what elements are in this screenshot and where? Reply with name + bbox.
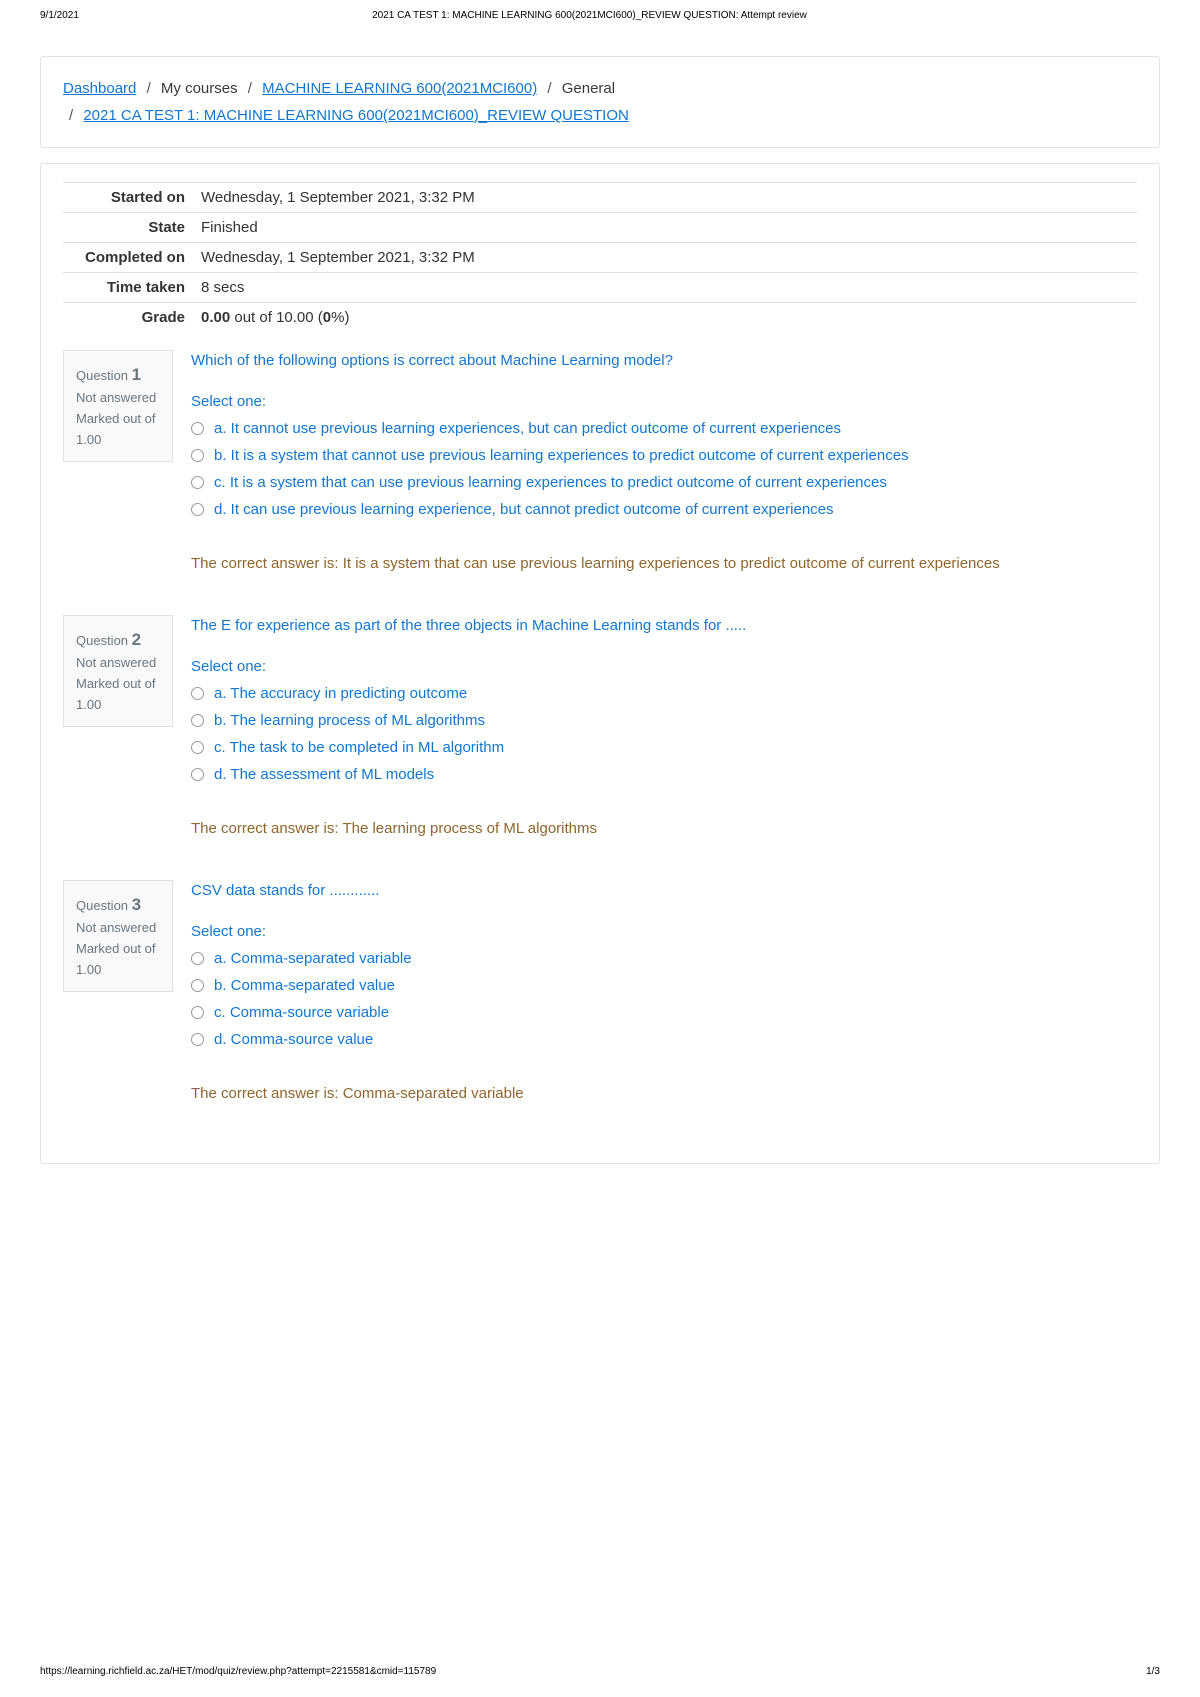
print-url: https://learning.richfield.ac.za/HET/mod… [40,1666,436,1677]
question-mark: Marked out of 1.00 [76,939,160,981]
question-content: Which of the following options is correc… [191,350,1137,575]
option-label: d. The assessment of ML models [214,766,434,783]
option-label: a. It cannot use previous learning exper… [214,420,841,437]
print-footer: https://learning.richfield.ac.za/HET/mod… [0,1656,1200,1687]
radio-icon[interactable] [191,741,204,754]
option-item[interactable]: a. Comma-separated variable [191,950,1137,967]
option-label: d. Comma-source value [214,1031,373,1048]
question-info: Question 2Not answeredMarked out of 1.00 [63,615,173,727]
option-item[interactable]: b. Comma-separated value [191,977,1137,994]
breadcrumb-mycourses: My courses [161,80,238,97]
option-list: a. The accuracy in predicting outcome b. … [191,685,1137,783]
question-info: Question 3Not answeredMarked out of 1.00 [63,880,173,992]
breadcrumb-dashboard[interactable]: Dashboard [63,80,136,97]
breadcrumb-card: Dashboard / My courses / MACHINE LEARNIN… [40,56,1160,148]
question-info: Question 1Not answeredMarked out of 1.00 [63,350,173,462]
question-status: Not answered [76,388,160,409]
question-number: Question 3 [76,891,160,918]
question-text: Which of the following options is correc… [191,350,1137,373]
option-label: d. It can use previous learning experien… [214,501,834,518]
breadcrumb-section: General [562,80,615,97]
option-label: a. Comma-separated variable [214,950,412,967]
select-one-prompt: Select one: [191,923,1137,940]
question-status: Not answered [76,918,160,939]
time-label: Time taken [63,273,193,303]
option-label: a. The accuracy in predicting outcome [214,685,467,702]
question-block: Question 3Not answeredMarked out of 1.00… [63,880,1137,1105]
radio-icon[interactable] [191,1006,204,1019]
option-label: c. Comma-source variable [214,1004,389,1021]
started-value: Wednesday, 1 September 2021, 3:32 PM [193,183,1137,213]
question-mark: Marked out of 1.00 [76,409,160,451]
option-item[interactable]: d. Comma-source value [191,1031,1137,1048]
completed-value: Wednesday, 1 September 2021, 3:32 PM [193,243,1137,273]
radio-icon[interactable] [191,687,204,700]
started-label: Started on [63,183,193,213]
option-label: b. The learning process of ML algorithms [214,712,485,729]
print-page: 1/3 [1146,1666,1160,1677]
radio-icon[interactable] [191,1033,204,1046]
review-card: Started on Wednesday, 1 September 2021, … [40,163,1160,1164]
option-item[interactable]: c. It is a system that can use previous … [191,474,1137,491]
print-title: 2021 CA TEST 1: MACHINE LEARNING 600(202… [79,10,1100,21]
question-mark: Marked out of 1.00 [76,674,160,716]
question-content: CSV data stands for ............ Select o… [191,880,1137,1105]
option-item[interactable]: b. The learning process of ML algorithms [191,712,1137,729]
question-content: The E for experience as part of the thre… [191,615,1137,840]
option-item[interactable]: c. The task to be completed in ML algori… [191,739,1137,756]
radio-icon[interactable] [191,503,204,516]
radio-icon[interactable] [191,714,204,727]
print-header: 9/1/2021 2021 CA TEST 1: MACHINE LEARNIN… [0,0,1200,26]
option-item[interactable]: d. The assessment of ML models [191,766,1137,783]
option-item[interactable]: a. The accuracy in predicting outcome [191,685,1137,702]
option-label: b. It is a system that cannot use previo… [214,447,909,464]
question-text: The E for experience as part of the thre… [191,615,1137,638]
breadcrumb-course[interactable]: MACHINE LEARNING 600(2021MCI600) [262,80,537,97]
question-block: Question 2Not answeredMarked out of 1.00… [63,615,1137,840]
breadcrumb-activity[interactable]: 2021 CA TEST 1: MACHINE LEARNING 600(202… [83,107,628,124]
select-one-prompt: Select one: [191,393,1137,410]
option-label: c. The task to be completed in ML algori… [214,739,504,756]
correct-answer: The correct answer is: The learning proc… [191,818,1137,841]
option-list: a. It cannot use previous learning exper… [191,420,1137,518]
radio-icon[interactable] [191,449,204,462]
breadcrumb: Dashboard / My courses / MACHINE LEARNIN… [63,75,1137,129]
attempt-summary: Started on Wednesday, 1 September 2021, … [63,182,1137,332]
radio-icon[interactable] [191,768,204,781]
time-value: 8 secs [193,273,1137,303]
option-item[interactable]: d. It can use previous learning experien… [191,501,1137,518]
question-block: Question 1Not answeredMarked out of 1.00… [63,350,1137,575]
radio-icon[interactable] [191,422,204,435]
select-one-prompt: Select one: [191,658,1137,675]
question-number: Question 2 [76,626,160,653]
correct-answer: The correct answer is: It is a system th… [191,553,1137,576]
radio-icon[interactable] [191,476,204,489]
state-value: Finished [193,213,1137,243]
option-item[interactable]: b. It is a system that cannot use previo… [191,447,1137,464]
option-item[interactable]: c. Comma-source variable [191,1004,1137,1021]
print-date: 9/1/2021 [40,10,79,21]
option-item[interactable]: a. It cannot use previous learning exper… [191,420,1137,437]
option-label: c. It is a system that can use previous … [214,474,887,491]
radio-icon[interactable] [191,952,204,965]
state-label: State [63,213,193,243]
question-number: Question 1 [76,361,160,388]
option-list: a. Comma-separated variable b. Comma-sepa… [191,950,1137,1048]
completed-label: Completed on [63,243,193,273]
correct-answer: The correct answer is: Comma-separated v… [191,1083,1137,1106]
grade-value: 0.00 out of 10.00 (0%) [193,303,1137,333]
option-label: b. Comma-separated value [214,977,395,994]
grade-label: Grade [63,303,193,333]
question-text: CSV data stands for ............ [191,880,1137,903]
question-status: Not answered [76,653,160,674]
radio-icon[interactable] [191,979,204,992]
